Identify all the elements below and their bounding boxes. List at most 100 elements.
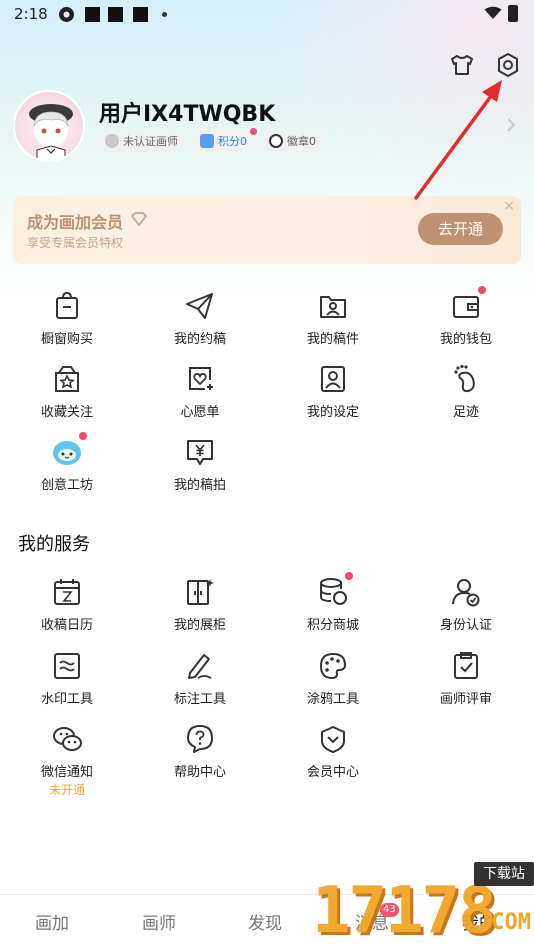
nav-tab-artists[interactable]: 画师 bbox=[142, 909, 176, 934]
service-item-review[interactable]: 画师评审 bbox=[411, 650, 521, 707]
grid-item-wallet[interactable]: 我的钱包 bbox=[411, 286, 521, 347]
coins-icon bbox=[200, 134, 214, 148]
service-label: 积分商城 bbox=[306, 618, 359, 633]
grid-item-wishlist[interactable]: 心愿单 bbox=[145, 363, 255, 420]
wallet-icon bbox=[450, 286, 486, 322]
watermark-label: 下载站 bbox=[474, 862, 534, 886]
vip-diamond-icon bbox=[131, 212, 147, 226]
grid-item-footprint[interactable]: 足迹 bbox=[411, 363, 521, 420]
grid-item-settings[interactable]: 我的设定 bbox=[278, 363, 388, 420]
certify-icon bbox=[105, 134, 119, 148]
heart-list-icon bbox=[184, 363, 216, 395]
nav-tab-home[interactable]: 画加 bbox=[35, 909, 69, 934]
grid-item-manuscripts[interactable]: 我的稿件 bbox=[278, 290, 388, 347]
grid-label: 心愿单 bbox=[180, 405, 220, 420]
points-label: 积分0 bbox=[218, 135, 247, 148]
service-label: 帮助中心 bbox=[173, 765, 226, 780]
workshop-mascot-icon bbox=[51, 432, 87, 468]
more-notifications-dot bbox=[162, 12, 167, 17]
grid-label: 创意工坊 bbox=[40, 478, 93, 493]
wechat-icon bbox=[51, 723, 83, 755]
grid-label: 我的约稿 bbox=[173, 332, 226, 347]
service-item-doodle[interactable]: 涂鸦工具 bbox=[278, 650, 388, 707]
service-item-wechat[interactable]: 微信通知 未开通 bbox=[12, 723, 122, 798]
service-label: 身份认证 bbox=[439, 618, 492, 633]
settings-icon[interactable] bbox=[494, 51, 522, 79]
service-label: 涂鸦工具 bbox=[306, 692, 359, 707]
certify-label: 未认证画师 bbox=[123, 135, 178, 148]
service-item-points-mall[interactable]: 积分商城 bbox=[278, 572, 388, 633]
badges-tag[interactable]: 徽章0 bbox=[263, 129, 324, 153]
service-item-watermark[interactable]: 水印工具 bbox=[12, 650, 122, 707]
service-label: 收稿日历 bbox=[40, 618, 93, 633]
service-item-annotate[interactable]: 标注工具 bbox=[145, 650, 255, 707]
wifi-icon bbox=[484, 6, 502, 19]
grid-item-auction[interactable]: 我的稿拍 bbox=[145, 436, 255, 493]
grid-item-commissions[interactable]: 我的约稿 bbox=[145, 290, 255, 347]
service-label: 微信通知 bbox=[40, 765, 93, 780]
service-item-calendar[interactable]: 收稿日历 bbox=[12, 576, 122, 633]
palette-icon bbox=[317, 650, 349, 682]
service-item-verify[interactable]: 身份认证 bbox=[411, 576, 521, 633]
calendar-icon bbox=[51, 576, 83, 608]
vip-subtitle: 享受专属会员特权 bbox=[27, 236, 124, 250]
services-title: 我的服务 bbox=[18, 534, 90, 555]
notification-icon bbox=[85, 7, 100, 22]
star-box-icon bbox=[51, 363, 83, 395]
app-status-icon bbox=[59, 7, 74, 22]
showcase-icon bbox=[184, 576, 216, 608]
paper-plane-icon bbox=[184, 290, 216, 322]
coins-stack-icon bbox=[317, 572, 353, 608]
grid-label: 我的设定 bbox=[306, 405, 359, 420]
points-tag[interactable]: 积分0 bbox=[194, 129, 255, 153]
close-icon[interactable]: × bbox=[503, 198, 515, 214]
badges-label: 徽章0 bbox=[287, 135, 316, 148]
service-label: 会员中心 bbox=[306, 765, 359, 780]
service-label: 水印工具 bbox=[40, 692, 93, 707]
grid-item-favorites[interactable]: 收藏关注 bbox=[12, 363, 122, 420]
user-verify-icon bbox=[450, 576, 482, 608]
grid-label: 足迹 bbox=[452, 405, 479, 420]
folder-user-icon bbox=[317, 290, 349, 322]
avatar[interactable] bbox=[13, 90, 85, 162]
wechat-status: 未开通 bbox=[48, 783, 85, 797]
watermark-icon bbox=[51, 650, 83, 682]
service-item-showcase[interactable]: 我的展柜 bbox=[145, 576, 255, 633]
status-time: 2:18 bbox=[14, 5, 48, 23]
help-icon bbox=[184, 723, 216, 755]
site-watermark: 17178 下载站 .COM bbox=[312, 862, 534, 950]
watermark-suffix: .COM bbox=[478, 910, 531, 935]
points-mall-reddot bbox=[345, 572, 353, 580]
workshop-reddot bbox=[79, 432, 87, 440]
grid-item-workshop[interactable]: 创意工坊 bbox=[12, 432, 122, 493]
certify-tag[interactable]: 未认证画师 bbox=[99, 129, 186, 153]
battery-icon bbox=[508, 5, 518, 22]
grid-label: 橱窗购买 bbox=[40, 332, 93, 347]
notification-icon bbox=[133, 7, 148, 22]
status-bar: 2:18 bbox=[0, 0, 534, 28]
footprint-icon bbox=[450, 363, 482, 395]
chevron-right-icon[interactable] bbox=[506, 117, 516, 133]
vip-banner[interactable]: 成为画加会员 享受专属会员特权 去开通 × bbox=[13, 196, 521, 264]
pen-icon bbox=[184, 650, 216, 682]
service-item-help[interactable]: 帮助中心 bbox=[145, 723, 255, 780]
vip-icon bbox=[317, 723, 349, 755]
username: 用户IX4TWQBK bbox=[99, 102, 276, 127]
grid-item-shop[interactable]: 橱窗购买 bbox=[12, 290, 122, 347]
grid-label: 收藏关注 bbox=[40, 405, 93, 420]
service-label: 我的展柜 bbox=[173, 618, 226, 633]
grid-label: 我的稿件 bbox=[306, 332, 359, 347]
nav-tab-discover[interactable]: 发现 bbox=[248, 909, 282, 934]
wallet-reddot bbox=[478, 286, 486, 294]
vip-open-button[interactable]: 去开通 bbox=[418, 213, 503, 245]
watermark-digits: 17178 bbox=[312, 874, 497, 948]
outfit-icon[interactable] bbox=[448, 51, 476, 79]
points-reddot bbox=[250, 128, 257, 135]
medal-icon bbox=[269, 134, 283, 148]
service-label: 标注工具 bbox=[173, 692, 226, 707]
grid-label: 我的钱包 bbox=[439, 332, 492, 347]
profile-card-icon bbox=[317, 363, 349, 395]
yen-note-icon bbox=[184, 436, 216, 468]
service-item-vip-center[interactable]: 会员中心 bbox=[278, 723, 388, 780]
grid-label: 我的稿拍 bbox=[173, 478, 226, 493]
